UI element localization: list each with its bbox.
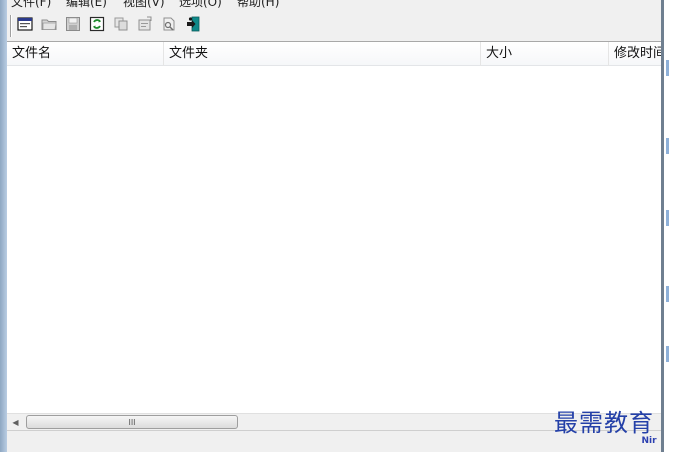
window-frame-left <box>0 0 7 452</box>
column-header-modified-time[interactable]: 修改时间 <box>609 42 661 66</box>
save-icon <box>66 17 80 31</box>
menu-file[interactable]: 文件(F) <box>11 0 51 9</box>
scrollbar-thumb[interactable]: III <box>26 415 238 429</box>
html-report-button[interactable] <box>16 15 34 33</box>
refresh-icon <box>89 16 105 32</box>
column-header-folder[interactable]: 文件夹 <box>164 42 481 66</box>
open-button[interactable] <box>40 15 58 33</box>
menu-edit[interactable]: 编辑(E) <box>66 0 107 9</box>
refresh-button[interactable] <box>88 15 106 33</box>
toolbar <box>7 9 661 41</box>
copy-button[interactable] <box>112 15 130 33</box>
list-header: 文件名 文件夹 大小 修改时间 <box>7 42 661 66</box>
watermark: 最需教育 <box>554 409 654 437</box>
triangle-left-icon: ◀ <box>12 417 19 427</box>
menu-view[interactable]: 视图(V) <box>123 0 165 9</box>
properties-icon <box>138 16 152 31</box>
scrollbar-grip: III <box>128 417 136 427</box>
copy-icon <box>114 17 128 31</box>
menu-help[interactable]: 帮助(H) <box>237 0 279 9</box>
html-report-icon <box>17 17 33 31</box>
menu-options[interactable]: 选项(O) <box>179 0 222 9</box>
column-header-size[interactable]: 大小 <box>481 42 609 66</box>
column-header-filename[interactable]: 文件名 <box>7 42 164 66</box>
find-button[interactable] <box>160 15 178 33</box>
find-icon <box>163 17 175 31</box>
app-window: 文件(F) 编辑(E) 视图(V) 选项(O) 帮助(H) 文件名 文件夹 大小… <box>0 0 679 452</box>
exit-icon <box>187 16 200 32</box>
desktop-background <box>664 0 679 452</box>
exit-button[interactable] <box>184 15 202 33</box>
save-button[interactable] <box>64 15 82 33</box>
scroll-left-button[interactable]: ◀ <box>7 414 24 430</box>
open-folder-icon <box>41 19 57 30</box>
toolbar-grip <box>10 15 12 37</box>
file-list[interactable]: 文件名 文件夹 大小 修改时间 <box>7 41 661 413</box>
menu-bar: 文件(F) 编辑(E) 视图(V) 选项(O) 帮助(H) <box>7 0 661 9</box>
properties-button[interactable] <box>136 15 154 33</box>
